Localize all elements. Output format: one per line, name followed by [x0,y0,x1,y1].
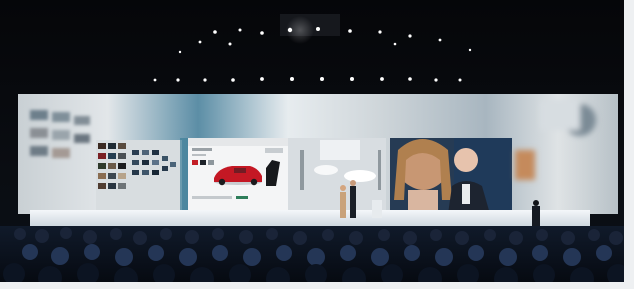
stage-photo [0,0,634,289]
video-call-panel [390,138,512,214]
color-swatch-panel [96,140,182,214]
car-configurator-panel [188,138,288,214]
photo-canvas [0,0,634,289]
led-screen-wall [18,94,618,214]
audience [0,226,634,289]
image-border-bottom [0,282,634,289]
showroom-panel [288,138,386,214]
image-border-right [624,0,634,289]
